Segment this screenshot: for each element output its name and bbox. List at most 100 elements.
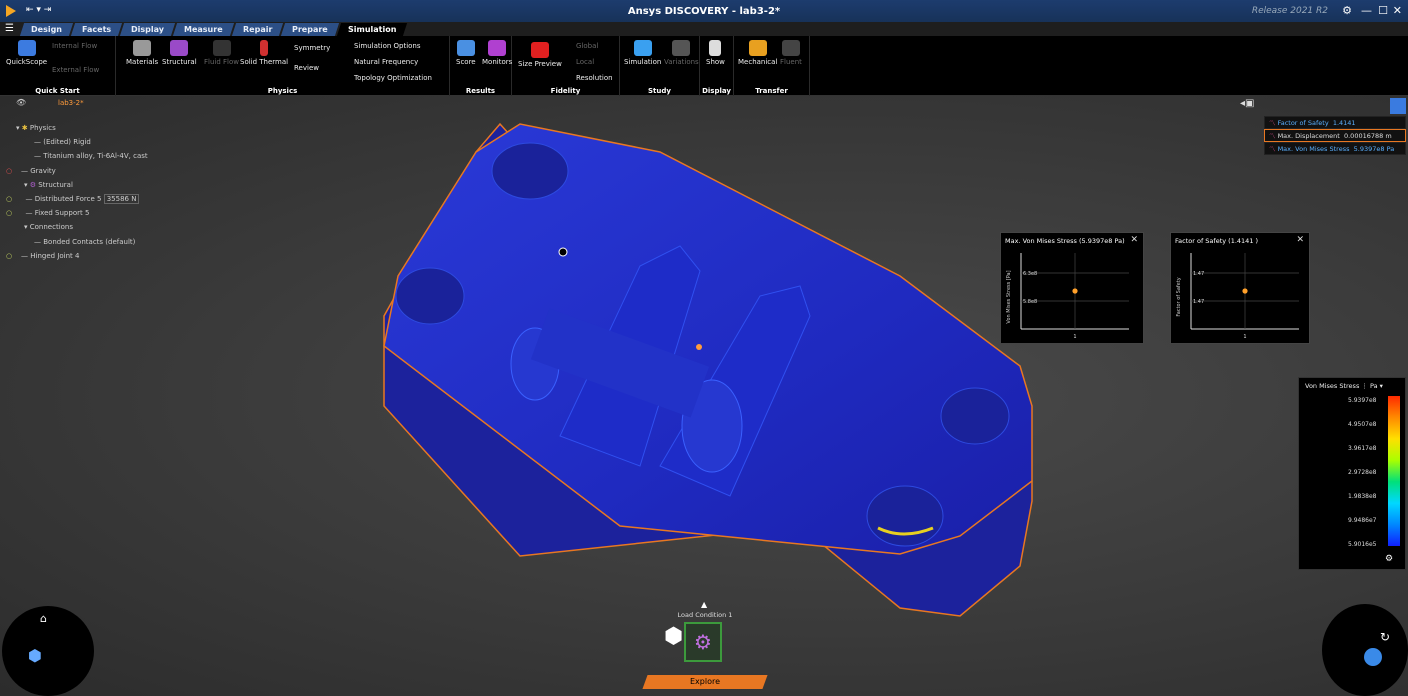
color-legend: Von Mises Stress ⋮ Pa ▾ 5.9397e8 4.9507e… (1298, 377, 1406, 570)
file-breadcrumb[interactable]: lab3-2* (58, 99, 84, 107)
variations-button[interactable]: Variations (664, 40, 699, 66)
structural-button[interactable]: Structural (162, 40, 197, 66)
minimize-button[interactable]: — (1361, 4, 1372, 17)
settings-icon[interactable]: ⚙ (1342, 4, 1352, 17)
chart-plot: Factor of Safety 1.47 1.47 1 (1176, 253, 1299, 340)
data-point (1242, 288, 1248, 294)
size-preview-button[interactable]: Size Preview (518, 42, 562, 68)
eye-icon[interactable]: 👁 (16, 98, 26, 107)
home-view-icon[interactable]: ⌂ (40, 612, 47, 625)
tab-measure[interactable]: Measure (173, 23, 234, 36)
chart-plot: Von Mises Stress [Pa] 6.3e8 5.8e8 1 (1006, 253, 1129, 340)
y-tick-label: 6.3e8 (1023, 271, 1037, 277)
tree-item-material[interactable]: — Titanium alloy, Ti-6Al-4V, cast (34, 152, 148, 160)
group-study: Simulation Variations Study (620, 36, 700, 96)
select-tool-icon[interactable] (1364, 648, 1382, 666)
y-axis-label: Factor of Safety (1176, 277, 1182, 316)
simulation-options-button[interactable]: Simulation Options (354, 42, 421, 50)
result-factor-of-safety[interactable]: 〽 Factor of Safety 1.4141 (1264, 116, 1406, 129)
quickscope-button[interactable]: QuickScope (6, 40, 47, 66)
mechanical-icon (748, 40, 767, 56)
group-transfer: Mechanical Fluent Transfer (734, 36, 810, 96)
tree-item-edited[interactable]: — (Edited) Rigid (34, 138, 91, 146)
tree-item-connections[interactable]: ▾ Connections (24, 223, 73, 231)
legend-settings-icon[interactable]: ⚙ (1385, 554, 1393, 564)
result-max-von-mises[interactable]: 〽 Max. Von Mises Stress 5.9397e8 Pa (1264, 142, 1406, 155)
symmetry-button[interactable]: Symmetry (294, 44, 330, 52)
hole-bottom-right (866, 485, 944, 547)
mechanical-button[interactable]: Mechanical (738, 40, 777, 66)
hole-left (395, 267, 465, 325)
load-condition-label: Load Condition 1 (677, 611, 733, 619)
score-icon (456, 40, 475, 56)
tree-item-hinged[interactable]: ○ — Hinged Joint 4 (6, 252, 79, 260)
structural-hex-icon[interactable]: ⚙ (684, 622, 722, 662)
monitor-toggle-icon[interactable] (1390, 98, 1406, 114)
tree-item-structural[interactable]: ▾ ⚙ Structural (24, 181, 73, 189)
score-button[interactable]: Score (456, 40, 476, 66)
release-label: Release 2021 R2 (1251, 6, 1328, 16)
status-dot-icon: ○ (6, 195, 13, 203)
monitors-icon (488, 40, 507, 56)
solid-thermal-button[interactable]: Solid Thermal (240, 40, 288, 66)
chart-factor-of-safety[interactable]: Factor of Safety (1.4141 ) ✕ Factor of S… (1170, 232, 1310, 344)
tab-prepare[interactable]: Prepare (281, 23, 340, 36)
menu-icon[interactable]: ☰ (5, 23, 14, 34)
result-max-displacement[interactable]: 〽 Max. Displacement 0.00016788 m (1264, 129, 1406, 142)
collapse-panel-icon[interactable]: ◂▣ (1240, 98, 1254, 109)
monitor-icon: 〽 (1269, 119, 1276, 127)
tab-design[interactable]: Design (19, 23, 74, 36)
group-label-quickstart: Quick Start (35, 87, 80, 95)
fluid-flow-button[interactable]: Fluid Flow (204, 40, 239, 66)
topology-optimization-button[interactable]: Topology Optimization (354, 74, 432, 82)
tab-simulation[interactable]: Simulation (336, 23, 408, 36)
materials-icon (133, 40, 152, 56)
tree-item-bonded[interactable]: — Bonded Contacts (default) (34, 238, 135, 246)
tab-facets[interactable]: Facets (70, 23, 123, 36)
force-value-field[interactable]: 35586 N (103, 194, 140, 204)
x-tick-label: 1 (1073, 334, 1076, 340)
fluent-button[interactable]: Fluent (780, 40, 802, 66)
legend-value: 5.9016e5 (1348, 541, 1377, 548)
y-tick-label: 1.47 (1193, 299, 1204, 305)
tab-display[interactable]: Display (120, 23, 176, 36)
chart-von-mises[interactable]: Max. Von Mises Stress (5.9397e8 Pa) ✕ Vo… (1000, 232, 1144, 344)
group-label-transfer: Transfer (755, 87, 788, 95)
close-button[interactable]: ✕ (1393, 4, 1402, 17)
fluid-flow-icon (212, 40, 231, 56)
bracket-part[interactable] (383, 122, 1033, 617)
tool-wheel[interactable]: ↻ (1322, 604, 1408, 696)
rotate-icon[interactable]: ↻ (1380, 630, 1390, 644)
view-cube-widget[interactable]: ⌂ ⬢ (2, 606, 94, 696)
x-tick-label: 1 (1243, 334, 1246, 340)
natural-frequency-button[interactable]: Natural Frequency (354, 58, 418, 66)
tree-item-support[interactable]: ○ — Fixed Support 5 (6, 209, 89, 217)
global-button[interactable]: Global (576, 42, 598, 50)
legend-title[interactable]: Von Mises Stress ⋮ Pa ▾ (1305, 382, 1383, 390)
external-flow-button[interactable]: External Flow (52, 66, 99, 74)
group-label-physics: Physics (267, 87, 298, 95)
tab-repair[interactable]: Repair (231, 23, 284, 36)
ribbon-tabs: ☰ Design Facets Display Measure Repair P… (0, 22, 1408, 36)
expand-up-icon[interactable]: ▲ (701, 600, 707, 609)
group-display: Show Display (700, 36, 734, 96)
probe-point (558, 247, 568, 257)
info-hex-icon[interactable]: ⬢ (664, 624, 683, 649)
y-tick-label: 1.47 (1193, 271, 1204, 277)
status-dot-icon: ○ (6, 167, 13, 175)
simulation-button[interactable]: Simulation (624, 40, 661, 66)
local-button[interactable]: Local (576, 58, 594, 66)
tree-item-force[interactable]: ○ — Distributed Force 5 35586 N (6, 194, 140, 204)
maximize-button[interactable]: ☐ (1378, 4, 1388, 17)
review-button[interactable]: Review (294, 64, 319, 72)
tree-item-gravity[interactable]: ○ — Gravity (6, 167, 56, 175)
materials-button[interactable]: Materials (126, 40, 158, 66)
internal-flow-button[interactable]: Internal Flow (52, 42, 97, 50)
resolution-button[interactable]: Resolution (576, 74, 613, 82)
monitors-button[interactable]: Monitors (482, 40, 512, 66)
size-preview-icon (530, 42, 549, 58)
show-button[interactable]: Show (706, 40, 725, 66)
tree-item-physics[interactable]: ▾ ✱ Physics (16, 124, 56, 132)
legend-value: 9.9486e7 (1348, 517, 1377, 524)
explore-button[interactable]: Explore (642, 675, 768, 689)
